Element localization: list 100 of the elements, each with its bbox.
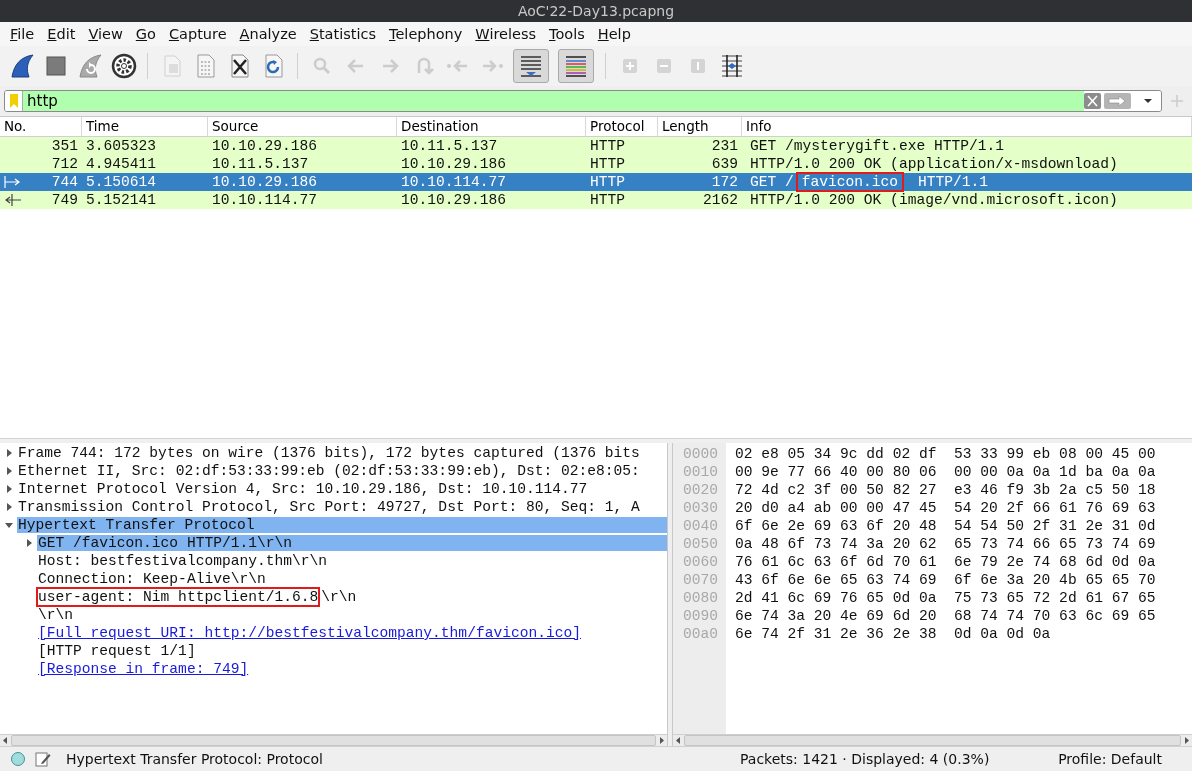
column-header[interactable]: Protocol bbox=[586, 117, 658, 136]
hex-bytes: 0d 0a 0d 0a bbox=[954, 625, 1051, 643]
table-cell-text: GET / favicon.ico HTTP/1.1 bbox=[749, 174, 989, 190]
menu-item[interactable]: Go bbox=[129, 25, 162, 43]
column-header[interactable]: Source bbox=[208, 117, 397, 136]
hex-bytes: 6f 6e 2e 69 63 6f 20 48 bbox=[735, 517, 937, 535]
tree-item[interactable]: [HTTP request 1/1] bbox=[37, 643, 667, 659]
packet-row[interactable]: 351 3.605323 10.10.29.186 10.11.5.137 HTTP 231 GET /mysterygift.exe HTTP/1.1 bbox=[0, 137, 1192, 155]
hex-bytes: 43 6f 6e 6e 65 63 74 69 bbox=[735, 571, 937, 589]
table-cell-text: HTTP bbox=[589, 174, 627, 190]
caret-icon[interactable] bbox=[4, 467, 13, 475]
toggle-button[interactable] bbox=[558, 49, 594, 83]
menu-item[interactable]: File bbox=[4, 25, 41, 43]
table-cell-text: 10.10.29.186 bbox=[400, 192, 508, 208]
packet-row[interactable]: 749 5.152141 10.10.114.77 10.10.29.186 HTTP 2162 HTTP/1.0 200 OK (image/vnd.microsoft.icon) bbox=[0, 191, 1192, 209]
table-cell-text: 10.10.29.186 bbox=[400, 156, 508, 172]
caret-icon[interactable] bbox=[24, 539, 33, 547]
hex-bytes: 0a 48 6f 73 74 3a 20 62 bbox=[735, 535, 937, 553]
hex-bytes: 53 33 99 eb 08 00 45 00 bbox=[954, 445, 1156, 463]
menu-item[interactable]: Telephony bbox=[383, 25, 469, 43]
tree-item[interactable]: user-agent: Nim httpclient/1.6.8 \r\n bbox=[37, 589, 667, 605]
hex-bytes: e3 46 f9 3b 2a c5 50 18 bbox=[954, 481, 1156, 499]
tree-item[interactable]: Internet Protocol Version 4, Src: 10.10.29.186, Dst: 10.10.114.77 bbox=[17, 481, 667, 497]
tree-item[interactable]: \r\n bbox=[37, 607, 667, 623]
tree-item[interactable]: Transmission Control Protocol, Src Port: 49727, Dst Port: 80, Seq: 1, A bbox=[17, 499, 667, 515]
toggle-button[interactable] bbox=[513, 49, 549, 83]
hex-bytes: 02 e8 05 34 9c dd 02 df bbox=[735, 445, 937, 463]
tree-item[interactable]: Frame 744: 172 bytes on wire (1376 bits), 172 bytes captured (1376 bits bbox=[17, 445, 667, 461]
table-cell-text: 4.945411 bbox=[85, 156, 158, 172]
table-cell-text: 10.10.29.186 bbox=[211, 138, 319, 154]
hex-bytes: 6e 74 2f 31 2e 36 2e 38 bbox=[735, 625, 937, 643]
menu-item[interactable]: Edit bbox=[41, 25, 82, 43]
table-cell-text: HTTP bbox=[589, 156, 627, 172]
menu-item[interactable]: Capture bbox=[162, 25, 233, 43]
menu-item[interactable]: Analyze bbox=[233, 25, 303, 43]
hex-bytes: 00 9e 77 66 40 00 80 06 bbox=[735, 463, 937, 481]
table-cell-text: 10.10.114.77 bbox=[211, 192, 319, 208]
table-cell-text: 749 bbox=[50, 192, 79, 208]
window-title: AoC'22-Day13.pcapng bbox=[517, 3, 675, 19]
menu-item[interactable]: Wireless bbox=[469, 25, 543, 43]
table-cell-text: HTTP/1.0 200 OK (image/vnd.microsoft.icon) bbox=[749, 192, 1119, 208]
byte-offset: 0010 bbox=[681, 463, 719, 481]
caret-icon[interactable] bbox=[4, 449, 13, 457]
caret-icon[interactable] bbox=[4, 485, 13, 493]
menu-item[interactable]: View bbox=[82, 25, 129, 43]
column-header[interactable]: Destination bbox=[397, 117, 586, 136]
hex-bytes: 6f 6e 3a 20 4b 65 65 70 bbox=[954, 571, 1156, 589]
byte-offset: 0020 bbox=[681, 481, 719, 499]
menu-item[interactable]: Help bbox=[591, 25, 637, 43]
link[interactable]: [Response in frame: 749] bbox=[37, 661, 249, 677]
table-cell-text: 172 bbox=[710, 174, 739, 190]
table-cell-text: 744 bbox=[50, 174, 79, 190]
column-header[interactable]: Length bbox=[658, 117, 742, 136]
hex-bytes: 72 4d c2 3f 00 50 82 27 bbox=[735, 481, 937, 499]
hex-bytes: 76 61 6c 63 6f 6d 70 61 bbox=[735, 553, 937, 571]
table-cell-text: HTTP bbox=[589, 192, 627, 208]
byte-offset: 0030 bbox=[681, 499, 719, 517]
byte-offset: 0080 bbox=[681, 589, 719, 607]
byte-offset: 00a0 bbox=[681, 625, 719, 643]
tree-item[interactable]: GET /favicon.ico HTTP/1.1\r\n bbox=[37, 535, 667, 551]
byte-offset: 0050 bbox=[681, 535, 719, 553]
column-header[interactable]: Info bbox=[742, 117, 1192, 136]
packet-row[interactable]: 744 5.150614 10.10.29.186 10.10.114.77 HTTP 172 GET / favicon.ico HTTP/1.1 bbox=[0, 173, 1192, 191]
hex-bytes: 65 73 74 66 65 73 74 69 bbox=[954, 535, 1156, 553]
link[interactable]: [Full request URI: http://bestfestivalcompany.thm/favicon.ico] bbox=[37, 625, 581, 641]
table-cell-text: HTTP/1.0 200 OK (application/x-msdownload) bbox=[749, 156, 1119, 172]
menu-item[interactable]: Statistics bbox=[303, 25, 383, 43]
table-cell-text: 10.11.5.137 bbox=[400, 138, 499, 154]
left-arrow-icon bbox=[4, 194, 22, 206]
profile-label[interactable]: Profile: Default bbox=[1058, 751, 1192, 767]
hex-bytes: 68 74 74 70 63 6c 69 65 bbox=[954, 607, 1156, 625]
column-header[interactable]: Time bbox=[82, 117, 208, 136]
tree-item[interactable]: Connection: Keep-Alive\r\n bbox=[37, 571, 667, 587]
hex-bytes: 00 00 0a 0a 1d ba 0a 0a bbox=[954, 463, 1156, 481]
column-header[interactable]: No. bbox=[0, 117, 82, 136]
table-cell-text: 5.152141 bbox=[85, 192, 158, 208]
byte-offset: 0000 bbox=[681, 445, 719, 463]
horizontal-scrollbar[interactable] bbox=[0, 734, 667, 746]
tree-item[interactable]: Ethernet II, Src: 02:df:53:33:99:eb (02:df:53:33:99:eb), Dst: 02:e8:05: bbox=[17, 463, 667, 479]
caret-icon[interactable] bbox=[4, 503, 13, 511]
table-cell-text: 231 bbox=[710, 138, 739, 154]
right-arrow-icon bbox=[4, 176, 22, 188]
table-cell-text: 10.11.5.137 bbox=[211, 156, 310, 172]
tree-item[interactable]: Host: bestfestivalcompany.thm\r\n bbox=[37, 553, 667, 569]
caret-icon[interactable] bbox=[4, 521, 13, 529]
hex-bytes: 75 73 65 72 2d 61 67 65 bbox=[954, 589, 1156, 607]
horizontal-scrollbar[interactable] bbox=[673, 734, 1192, 746]
hex-bytes: 6e 79 2e 74 68 6d 0d 0a bbox=[954, 553, 1156, 571]
hex-bytes: 2d 41 6c 69 76 65 0d 0a bbox=[735, 589, 937, 607]
pencil-note-icon[interactable] bbox=[35, 751, 51, 767]
byte-offset: 0060 bbox=[681, 553, 719, 571]
hex-bytes: 54 54 50 2f 31 2e 31 0d bbox=[954, 517, 1156, 535]
packet-row[interactable]: 712 4.945411 10.11.5.137 10.10.29.186 HTTP 639 HTTP/1.0 200 OK (application/x-msdownload) bbox=[0, 155, 1192, 173]
menu-item[interactable]: Tools bbox=[543, 25, 591, 43]
hex-bytes: 20 d0 a4 ab 00 00 47 45 bbox=[735, 499, 937, 517]
table-cell-text: 712 bbox=[50, 156, 79, 172]
tree-item[interactable]: Hypertext Transfer Protocol bbox=[17, 517, 667, 533]
table-cell-text: HTTP bbox=[589, 138, 627, 154]
status-dot-icon[interactable] bbox=[10, 751, 26, 767]
hex-bytes: 54 20 2f 66 61 76 69 63 bbox=[954, 499, 1156, 517]
